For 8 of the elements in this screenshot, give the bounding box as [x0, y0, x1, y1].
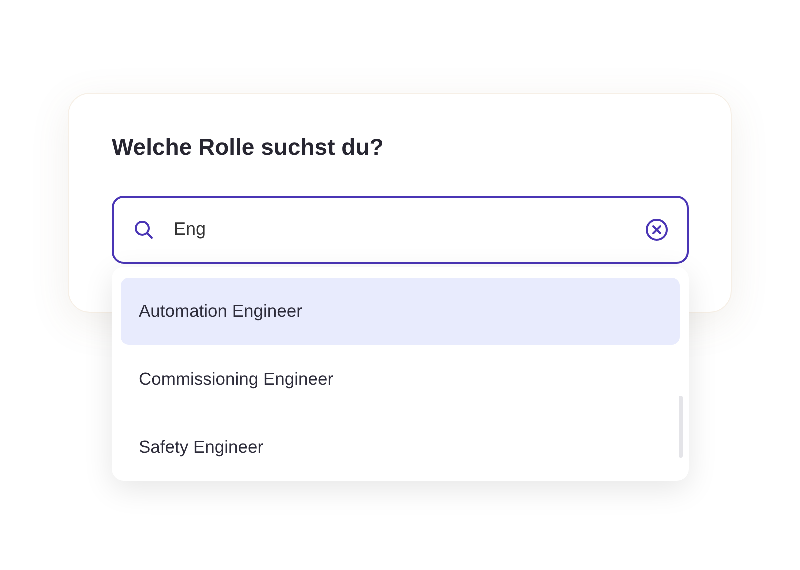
search-icon	[134, 220, 154, 240]
question-title: Welche Rolle suchst du?	[112, 134, 385, 162]
search-field[interactable]: Eng	[112, 196, 689, 264]
clear-icon[interactable]	[645, 218, 669, 242]
search-input[interactable]: Eng	[174, 216, 625, 244]
dropdown-option[interactable]: Safety Engineer	[121, 414, 680, 481]
dropdown-option[interactable]: Commissioning Engineer	[121, 346, 680, 413]
dropdown-option[interactable]: Automation Engineer	[121, 278, 680, 345]
